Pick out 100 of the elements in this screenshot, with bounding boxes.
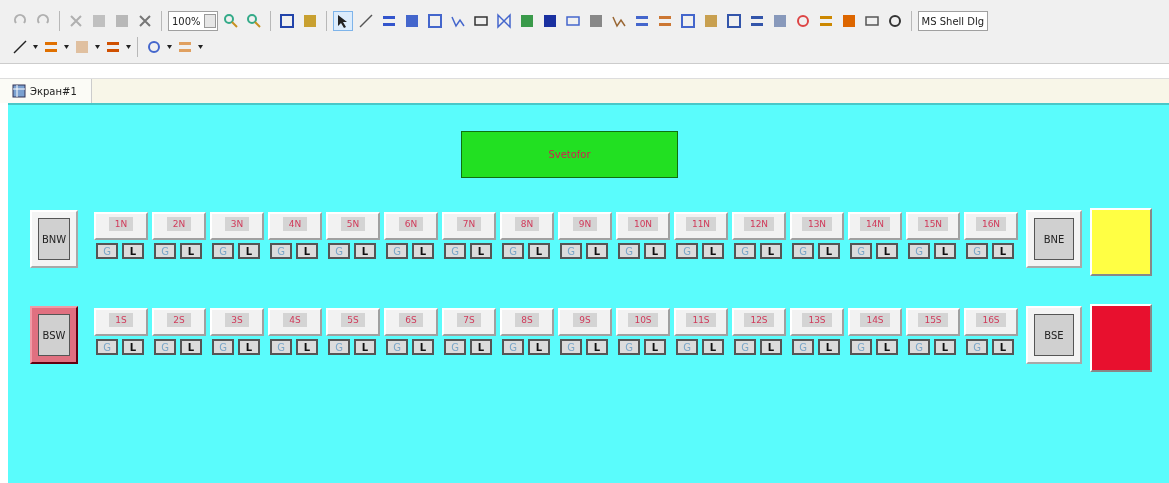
g-button[interactable]: G [618,339,640,355]
g-button[interactable]: G [618,243,640,259]
signal-button[interactable]: 11S [674,308,728,336]
caret-icon[interactable] [198,45,203,49]
g-button[interactable]: G [850,339,872,355]
caret-icon[interactable] [95,45,100,49]
g-button[interactable]: G [560,339,582,355]
l-button[interactable]: L [354,339,376,355]
signal-button[interactable]: 12S [732,308,786,336]
signal-button[interactable]: 8S [500,308,554,336]
l-button[interactable]: L [470,339,492,355]
g-button[interactable]: G [850,243,872,259]
g-button[interactable]: G [966,339,988,355]
signal-button[interactable]: 6N [384,212,438,240]
signal-button[interactable]: 4N [268,212,322,240]
signal-button[interactable]: 5S [326,308,380,336]
l-button[interactable]: L [876,243,898,259]
signal-button[interactable]: 15N [906,212,960,240]
signal-button[interactable]: 7N [442,212,496,240]
g-button[interactable]: G [444,243,466,259]
signal-button[interactable]: 1S [94,308,148,336]
l-button[interactable]: L [180,243,202,259]
g-button[interactable]: G [444,339,466,355]
g-button[interactable]: G [792,243,814,259]
line-icon[interactable] [357,13,374,29]
l-button[interactable]: L [238,243,260,259]
l-button[interactable]: L [586,243,608,259]
l-button[interactable]: L [470,243,492,259]
corner-button[interactable]: BSE [1026,306,1082,364]
g-button[interactable]: G [154,339,176,355]
signal-button[interactable]: 3N [210,212,264,240]
g-button[interactable]: G [792,339,814,355]
l-button[interactable]: L [702,339,724,355]
l-button[interactable]: L [992,339,1014,355]
l-button[interactable]: L [992,243,1014,259]
g-button[interactable]: G [270,243,292,259]
signal-button[interactable]: 8N [500,212,554,240]
signal-button[interactable]: 5N [326,212,380,240]
corner-button[interactable]: BNW [30,210,78,268]
signal-button[interactable]: 14S [848,308,902,336]
signal-button[interactable]: 1N [94,212,148,240]
signal-button[interactable]: 11N [674,212,728,240]
l-button[interactable]: L [296,243,318,259]
svetofor-button[interactable]: Svetofor [461,131,678,178]
l-button[interactable]: L [934,243,956,259]
zoom-in-icon[interactable] [222,13,239,29]
l-button[interactable]: L [122,339,144,355]
g-button[interactable]: G [328,243,350,259]
signal-button[interactable]: 14N [848,212,902,240]
l-button[interactable]: L [702,243,724,259]
l-button[interactable]: L [296,339,318,355]
signal-button[interactable]: 7S [442,308,496,336]
g-button[interactable]: G [734,243,756,259]
signal-button[interactable]: 15S [906,308,960,336]
g-button[interactable]: G [502,243,524,259]
g-button[interactable]: G [560,243,582,259]
l-button[interactable]: L [122,243,144,259]
g-button[interactable]: G [734,339,756,355]
l-button[interactable]: L [412,339,434,355]
rectangle-icon[interactable] [472,13,489,29]
l-button[interactable]: L [644,243,666,259]
pointer-tool-button[interactable] [332,11,353,31]
l-button[interactable]: L [760,339,782,355]
g-button[interactable]: G [328,339,350,355]
screen-tab[interactable]: Экран#1 [0,79,92,103]
g-button[interactable]: G [966,243,988,259]
signal-button[interactable]: 13N [790,212,844,240]
g-button[interactable]: G [908,339,930,355]
g-button[interactable]: G [502,339,524,355]
signal-button[interactable]: 12N [732,212,786,240]
l-button[interactable]: L [876,339,898,355]
l-button[interactable]: L [354,243,376,259]
signal-button[interactable]: 3S [210,308,264,336]
g-button[interactable]: G [676,243,698,259]
g-button[interactable]: G [386,339,408,355]
g-button[interactable]: G [96,339,118,355]
zoom-out-icon[interactable] [245,13,262,29]
signal-button[interactable]: 16N [964,212,1018,240]
g-button[interactable]: G [96,243,118,259]
signal-button[interactable]: 9S [558,308,612,336]
corner-button[interactable]: BSW [30,306,78,364]
g-button[interactable]: G [212,339,234,355]
l-button[interactable]: L [528,243,550,259]
caret-icon[interactable] [33,45,38,49]
caret-icon[interactable] [167,45,172,49]
l-button[interactable]: L [238,339,260,355]
font-field[interactable]: MS Shell Dlg [917,11,989,31]
caret-icon[interactable] [126,45,131,49]
l-button[interactable]: L [412,243,434,259]
signal-button[interactable]: 9N [558,212,612,240]
l-button[interactable]: L [180,339,202,355]
l-button[interactable]: L [934,339,956,355]
signal-button[interactable]: 4S [268,308,322,336]
l-button[interactable]: L [760,243,782,259]
g-button[interactable]: G [908,243,930,259]
signal-button[interactable]: 10S [616,308,670,336]
l-button[interactable]: L [586,339,608,355]
signal-button[interactable]: 13S [790,308,844,336]
l-button[interactable]: L [818,339,840,355]
signal-button[interactable]: 6S [384,308,438,336]
